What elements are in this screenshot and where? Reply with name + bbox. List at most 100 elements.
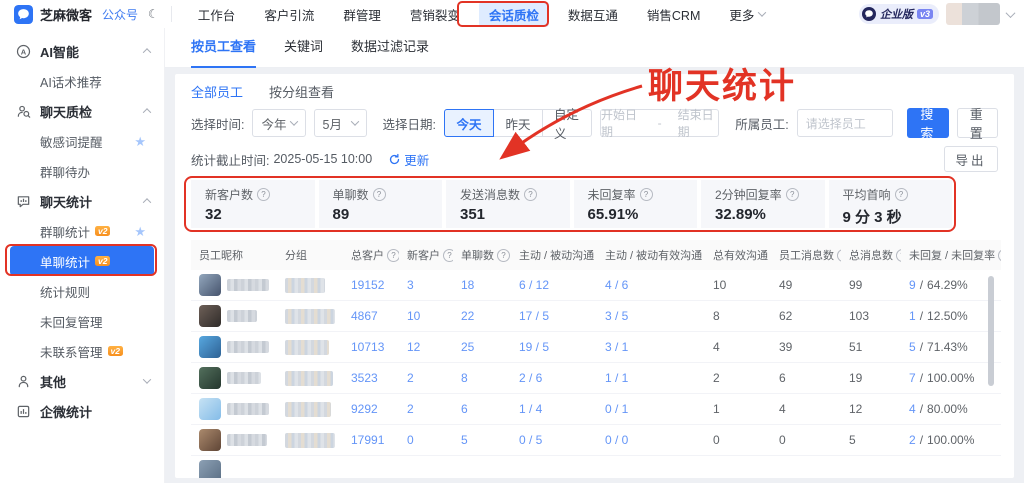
tab-view-by-employee[interactable]: 按员工查看 — [191, 28, 256, 68]
avatar[interactable] — [946, 3, 1000, 25]
favorite-star-icon[interactable]: ★ — [134, 225, 146, 238]
favorite-star-icon[interactable]: ★ — [134, 135, 146, 148]
help-icon[interactable]: ? — [640, 188, 653, 201]
cell-valid_active_passive: 0 / 1 — [597, 402, 705, 416]
table-row[interactable]: 9292261 / 40 / 114124/80.00% — [191, 394, 1001, 425]
column-header-employee-nickname[interactable]: 员工昵称 — [191, 247, 277, 263]
top-nav-session-quality-check[interactable]: 会话质检 — [479, 2, 549, 27]
date-shortcut-1[interactable]: 昨天 — [493, 109, 543, 137]
help-icon[interactable]: ? — [497, 249, 510, 262]
date-shortcut-2[interactable]: 自定义 — [542, 109, 592, 137]
table-row[interactable]: 4867102217 / 53 / 58621031/12.50% — [191, 301, 1001, 332]
sidebar-item-group-chat-stats[interactable]: 群聊统计v2★ — [10, 216, 154, 246]
time-filter-label: 选择时间: — [191, 114, 244, 133]
help-icon[interactable]: ? — [257, 188, 270, 201]
chevron-down-icon[interactable] — [1006, 8, 1016, 18]
top-nav-more[interactable]: 更多 — [719, 2, 775, 27]
sidebar-item-label: 未联系管理 — [40, 342, 103, 361]
redacted-name — [227, 434, 267, 446]
help-icon[interactable]: ? — [443, 249, 453, 262]
dark-mode-icon[interactable]: ☾ — [148, 7, 159, 21]
date-range-input[interactable]: 开始日期 - 结束日期 — [600, 109, 719, 137]
sidebar-item-chat-quality-check[interactable]: 聊天质检 — [0, 96, 164, 126]
redacted-group — [285, 433, 335, 448]
date-shortcut-0[interactable]: 今天 — [444, 109, 494, 137]
column-header-total-customers[interactable]: 总客户? — [343, 247, 399, 263]
sidebar-item-group-chat-todo[interactable]: 群聊待办 — [10, 156, 154, 186]
column-header-unreplied-and-rate[interactable]: 未回复 / 未回复率? — [901, 247, 1001, 263]
date-shortcut-buttons: 今天昨天自定义 — [444, 109, 592, 137]
meta-row: 统计截止时间: 2025-05-15 10:00 更新 导出 — [191, 146, 998, 172]
top-nav-group-management[interactable]: 群管理 — [333, 2, 391, 27]
sidebar-item-unreplied-management[interactable]: 未回复管理 — [10, 306, 154, 336]
column-header-single-chat-count[interactable]: 单聊数? — [453, 247, 511, 263]
sidebar-item-wecom-statistics[interactable]: 企微统计 — [0, 396, 164, 426]
subtab-all-employees[interactable]: 全部员工 — [191, 82, 243, 101]
table-row[interactable]: 3523282 / 61 / 126197/100.00% — [191, 363, 1001, 394]
table-row[interactable]: 17991050 / 50 / 00052/100.00% — [191, 425, 1001, 456]
unreplied-rate: 64.29% — [927, 278, 968, 292]
cell-total_customers: 19152 — [343, 278, 399, 292]
quality-check-icon — [16, 104, 31, 119]
help-icon[interactable]: ? — [373, 188, 386, 201]
export-button[interactable]: 导出 — [944, 146, 998, 172]
stat-label: 单聊数? — [333, 186, 429, 203]
tab-data-filter-records[interactable]: 数据过滤记录 — [351, 28, 429, 68]
sidebar-item-ai-script-recommend[interactable]: AI话术推荐 — [10, 66, 154, 96]
column-header-employee-message-count[interactable]: 员工消息数? — [771, 247, 841, 263]
top-nav: 工作台客户引流群管理营销裂变会话质检数据互通销售CRM 更多 — [188, 2, 776, 27]
cell-single_chats: 25 — [453, 340, 511, 354]
column-header-total-message-count[interactable]: 总消息数? — [841, 247, 901, 263]
month-select-value: 5月 — [323, 114, 342, 133]
column-header-active-passive-communication[interactable]: 主动 / 被动沟通? — [511, 247, 597, 263]
tab-keywords[interactable]: 关键词 — [284, 28, 323, 68]
help-icon[interactable]: ? — [524, 188, 537, 201]
cell-staff_messages: 62 — [771, 309, 841, 323]
top-nav-customer-acquisition[interactable]: 客户引流 — [254, 2, 324, 27]
chevron-up-icon — [143, 48, 151, 56]
range-separator: - — [658, 116, 662, 130]
reset-button[interactable]: 重置 — [957, 108, 998, 138]
stat-label: 平均首响? — [843, 186, 939, 203]
help-icon[interactable]: ? — [895, 188, 908, 201]
help-icon[interactable]: ? — [387, 249, 399, 262]
table-row[interactable]: 10713122519 / 53 / 1439515/71.43% — [191, 332, 1001, 363]
sidebar-item-others[interactable]: 其他 — [0, 366, 164, 396]
column-header-group[interactable]: 分组 — [277, 247, 343, 263]
column-header-active-passive-valid-communication[interactable]: 主动 / 被动有效沟通? — [597, 247, 705, 263]
top-nav-workbench[interactable]: 工作台 — [188, 2, 246, 27]
sidebar-item-uncontacted-management[interactable]: 未联系管理v2 — [10, 336, 154, 366]
month-select[interactable]: 5月 — [314, 109, 367, 137]
search-button[interactable]: 搜索 — [907, 108, 949, 138]
top-nav-marketing-fission[interactable]: 营销裂变 — [400, 2, 470, 27]
stat-value: 89 — [333, 206, 429, 223]
year-select[interactable]: 今年 — [252, 109, 305, 137]
staff-select-input[interactable]: 请选择员工 — [797, 109, 894, 137]
sidebar-item-single-chat-stats[interactable]: 单聊统计v2 — [10, 246, 154, 276]
sidebar-item-ai-intelligence[interactable]: AAI智能 — [0, 36, 164, 66]
column-header-new-customers[interactable]: 新客户? — [399, 247, 453, 263]
employee-cell — [191, 367, 277, 389]
stat-label-text: 新客户数 — [205, 186, 253, 203]
cell-unreplied-rate: 2/100.00% — [901, 433, 1001, 447]
tabbar: 按员工查看关键词数据过滤记录 — [165, 28, 1024, 68]
help-icon[interactable]: ? — [786, 188, 799, 201]
top-nav-data-interchange[interactable]: 数据互通 — [558, 2, 628, 27]
chevron-down-icon — [289, 117, 297, 125]
top-nav-sales-crm[interactable]: 销售CRM — [637, 2, 710, 27]
sidebar-item-statistics-rules[interactable]: 统计规则 — [10, 276, 154, 306]
cell-single_chats: 8 — [453, 371, 511, 385]
cell-single_chats: 22 — [453, 309, 511, 323]
refresh-control[interactable]: 更新 — [388, 150, 429, 169]
subtab-view-by-group[interactable]: 按分组查看 — [269, 82, 334, 101]
column-header-total-valid-communication[interactable]: 总有效沟通? — [705, 247, 771, 263]
avatar — [199, 367, 221, 389]
vertical-scrollbar[interactable] — [988, 276, 994, 386]
brand-tag[interactable]: 公众号 — [102, 6, 138, 23]
sidebar: AAI智能AI话术推荐聊天质检敏感词提醒★群聊待办聊天统计群聊统计v2★单聊统计… — [0, 28, 165, 483]
help-icon[interactable]: ? — [998, 249, 1001, 262]
table-row-partial[interactable] — [191, 456, 1001, 478]
sidebar-item-sensitive-word-reminder[interactable]: 敏感词提醒★ — [10, 126, 154, 156]
sidebar-item-chat-statistics[interactable]: 聊天统计 — [0, 186, 164, 216]
table-row[interactable]: 191523186 / 124 / 61049999/64.29% — [191, 270, 1001, 301]
